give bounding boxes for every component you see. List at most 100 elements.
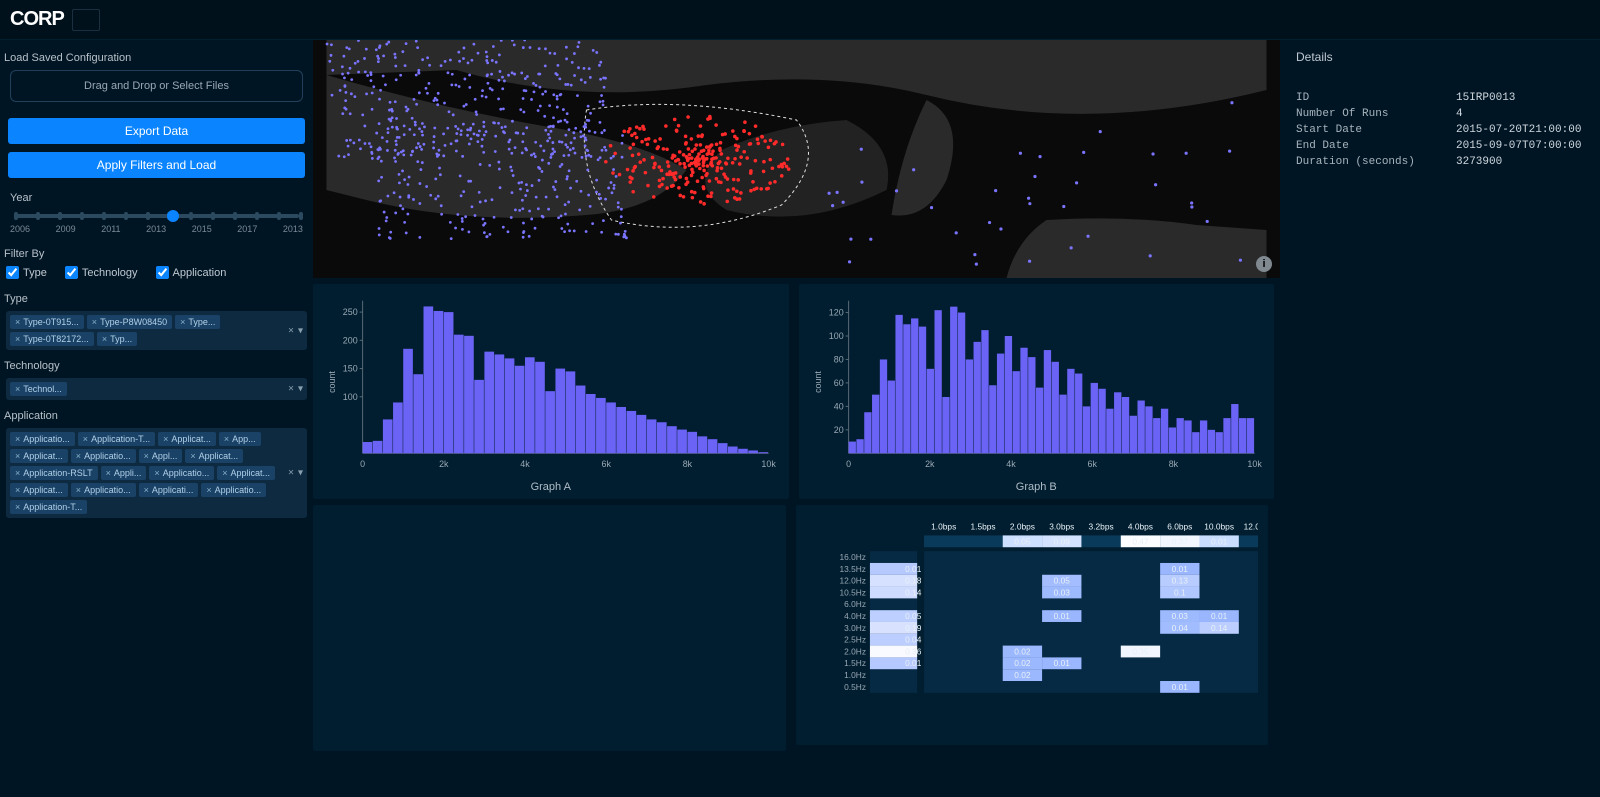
graph-a[interactable]: 10015020025002k4k6k8k10kcount <box>323 292 779 472</box>
tag-remove-icon[interactable]: × <box>92 317 97 327</box>
detail-value: 4 <box>1456 108 1584 120</box>
tag-remove-icon[interactable]: × <box>15 468 20 478</box>
tag-remove-icon[interactable]: × <box>163 434 168 444</box>
svg-text:4.0bps: 4.0bps <box>1127 522 1152 532</box>
svg-text:0.02: 0.02 <box>1014 658 1031 668</box>
technology-multiselect[interactable]: ×Technol...×▾ <box>6 378 307 400</box>
tag[interactable]: ×Applicatio... <box>201 483 266 497</box>
apply-filters-button[interactable]: Apply Filters and Load <box>8 152 305 178</box>
svg-text:4k: 4k <box>520 459 530 469</box>
tag-remove-icon[interactable]: × <box>190 451 195 461</box>
map-canvas[interactable] <box>313 40 1280 278</box>
tag-remove-icon[interactable]: × <box>154 468 159 478</box>
tag-remove-icon[interactable]: × <box>15 334 20 344</box>
svg-text:2k: 2k <box>439 459 449 469</box>
svg-text:0: 0 <box>846 459 851 469</box>
svg-text:1.5Hz: 1.5Hz <box>844 658 866 668</box>
tag[interactable]: ×Application-RSLT <box>10 466 98 480</box>
svg-text:1.0Hz: 1.0Hz <box>844 670 866 680</box>
svg-text:12.0Hz: 12.0Hz <box>839 576 866 586</box>
tag[interactable]: ×Type-P8W08450 <box>87 315 172 329</box>
logo: CORP <box>10 8 64 31</box>
tag[interactable]: ×Applicat... <box>10 449 68 463</box>
tag[interactable]: ×Appl... <box>139 449 183 463</box>
tag-remove-icon[interactable]: × <box>15 384 20 394</box>
tag[interactable]: ×Application-T... <box>78 432 155 446</box>
tag-remove-icon[interactable]: × <box>224 434 229 444</box>
tag[interactable]: ×Applicati... <box>139 483 199 497</box>
info-icon[interactable]: i <box>1256 256 1272 272</box>
tag-remove-icon[interactable]: × <box>102 334 107 344</box>
svg-text:0.01: 0.01 <box>1053 611 1070 621</box>
tag-remove-icon[interactable]: × <box>15 502 20 512</box>
svg-text:1.5bps: 1.5bps <box>970 522 995 532</box>
filter-checkbox-type[interactable]: Type <box>6 266 47 279</box>
clear-icon[interactable]: × <box>288 384 294 395</box>
tag[interactable]: ×Type-0T915... <box>10 315 84 329</box>
svg-text:80: 80 <box>833 354 843 364</box>
filter-by-label: Filter By <box>4 248 309 260</box>
tag[interactable]: ×Applicat... <box>217 466 275 480</box>
svg-text:13.5Hz: 13.5Hz <box>839 564 866 574</box>
tag[interactable]: ×Applicat... <box>185 449 243 463</box>
tag-remove-icon[interactable]: × <box>144 485 149 495</box>
application-multiselect[interactable]: ×Applicatio...×Application-T...×Applicat… <box>6 428 307 518</box>
map-panel[interactable]: i <box>313 40 1280 278</box>
svg-text:6k: 6k <box>601 459 611 469</box>
svg-text:100: 100 <box>828 331 843 341</box>
svg-text:4.0Hz: 4.0Hz <box>844 611 866 621</box>
logo-box <box>72 9 100 31</box>
tag-remove-icon[interactable]: × <box>76 451 81 461</box>
clear-icon[interactable]: × <box>288 468 294 479</box>
tag[interactable]: ×Technol... <box>10 382 67 396</box>
chevron-down-icon[interactable]: ▾ <box>298 384 303 395</box>
chevron-down-icon[interactable]: ▾ <box>298 325 303 336</box>
clear-icon[interactable]: × <box>288 325 294 336</box>
file-dropzone[interactable]: Drag and Drop or Select Files <box>10 70 303 102</box>
svg-text:0.02: 0.02 <box>1014 646 1031 656</box>
tag-remove-icon[interactable]: × <box>180 317 185 327</box>
tag[interactable]: ×Applicatio... <box>149 466 214 480</box>
tag-remove-icon[interactable]: × <box>83 434 88 444</box>
tag-remove-icon[interactable]: × <box>222 468 227 478</box>
svg-text:10k: 10k <box>1247 459 1262 469</box>
tag-remove-icon[interactable]: × <box>144 451 149 461</box>
chevron-down-icon[interactable]: ▾ <box>298 468 303 479</box>
tag[interactable]: ×Applicatio... <box>10 432 75 446</box>
svg-text:0.05: 0.05 <box>1014 536 1031 546</box>
svg-text:4k: 4k <box>1006 459 1016 469</box>
tag[interactable]: ×App... <box>219 432 261 446</box>
tag[interactable]: ×Application-T... <box>10 500 87 514</box>
svg-text:6k: 6k <box>1087 459 1097 469</box>
svg-text:0.01: 0.01 <box>1171 564 1188 574</box>
tag-remove-icon[interactable]: × <box>15 434 20 444</box>
tag-remove-icon[interactable]: × <box>15 317 20 327</box>
year-slider[interactable] <box>14 214 299 218</box>
tag[interactable]: ×Applicatio... <box>71 483 136 497</box>
tag[interactable]: ×Typ... <box>97 332 137 346</box>
dropzone-text: Drag and Drop or Select Files <box>84 80 229 92</box>
tag-remove-icon[interactable]: × <box>76 485 81 495</box>
tag[interactable]: ×Applicatio... <box>71 449 136 463</box>
detail-key: Start Date <box>1296 124 1456 136</box>
svg-text:20: 20 <box>833 425 843 435</box>
tag[interactable]: ×Appli... <box>101 466 147 480</box>
tag-remove-icon[interactable]: × <box>15 451 20 461</box>
filter-checkbox-application[interactable]: Application <box>156 266 227 279</box>
detail-key: ID <box>1296 92 1456 104</box>
tag-remove-icon[interactable]: × <box>106 468 111 478</box>
svg-text:12.0bps: 12.0bps <box>1243 522 1258 532</box>
tag-remove-icon[interactable]: × <box>15 485 20 495</box>
graph-b[interactable]: 2040608010012002k4k6k8k10kcount <box>809 292 1265 472</box>
heatmap[interactable]: 1.0bps1.5bps2.0bps3.0bps3.2bps4.0bps6.0b… <box>806 515 1259 727</box>
svg-text:0.36: 0.36 <box>905 646 922 656</box>
export-data-button[interactable]: Export Data <box>8 118 305 144</box>
tag-remove-icon[interactable]: × <box>206 485 211 495</box>
tag[interactable]: ×Applicat... <box>158 432 216 446</box>
type-multiselect[interactable]: ×Type-0T915...×Type-P8W08450×Type... ×Typ… <box>6 311 307 350</box>
svg-text:120: 120 <box>828 308 843 318</box>
tag[interactable]: ×Type... <box>175 315 220 329</box>
tag[interactable]: ×Type-0T82172... <box>10 332 94 346</box>
filter-checkbox-technology[interactable]: Technology <box>65 266 138 279</box>
tag[interactable]: ×Applicat... <box>10 483 68 497</box>
